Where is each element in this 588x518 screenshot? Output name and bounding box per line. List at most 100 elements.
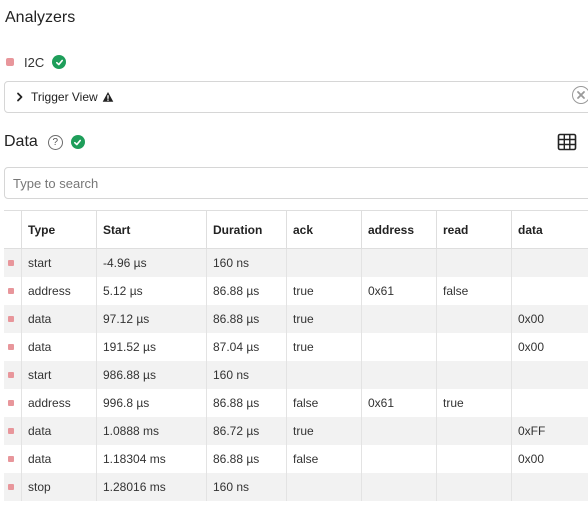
cell-data: 0xFF [518,424,546,438]
cell-read: true [437,389,512,417]
cell-type: data [22,417,97,445]
cell-duration: 160 ns [207,473,287,501]
row-color-swatch [8,344,14,350]
column-header-read[interactable]: read [437,211,512,248]
cell-start: 191.52 µs [97,333,207,361]
cell-duration: 86.88 µs [207,389,287,417]
table-header-row: Type Start Duration ack address read dat… [4,211,588,249]
cell-data: 0x00 [518,312,545,326]
cell-read [437,473,512,501]
row-marker [4,445,22,473]
cell-read [437,445,512,473]
cell-start: 986.88 µs [97,361,207,389]
cell-address [362,333,437,361]
table-row[interactable]: data 191.52 µs 87.04 µs true 0x00 [4,333,588,361]
cell-duration: 160 ns [207,249,287,277]
check-circle-icon [52,55,67,69]
page-title: Analyzers [5,9,76,26]
table-row[interactable]: start 986.88 µs 160 ns [4,361,588,389]
cell-duration: 86.88 µs [207,277,287,305]
cell-address [362,445,437,473]
cell-start: 1.0888 ms [97,417,207,445]
cell-duration: 87.04 µs [207,333,287,361]
cell-start: 1.28016 ms [97,473,207,501]
table-row[interactable]: start -4.96 µs 160 ns [4,249,588,277]
data-section-header: Data ? [4,132,85,152]
cell-start: 996.8 µs [97,389,207,417]
cell-type: address [22,277,97,305]
table-body: start -4.96 µs 160 ns address 5.12 µs 86.88 µ… [4,249,588,501]
table-row[interactable]: data 1.18304 ms 86.88 µs false 0x00 [4,445,588,473]
cell-read [437,417,512,445]
table-row[interactable]: address 5.12 µs 86.88 µs true 0x61 false [4,277,588,305]
cell-ack: false [287,389,362,417]
row-marker [4,361,22,389]
cell-duration: 86.88 µs [207,305,287,333]
warning-icon [102,91,114,103]
cell-ack: true [287,417,362,445]
row-color-swatch [8,400,14,406]
analyzer-item-i2c[interactable]: I2C [6,52,67,72]
row-color-swatch [8,288,14,294]
cell-ack [287,361,362,389]
cell-ack: true [287,305,362,333]
cell-data [512,389,588,417]
column-header-start[interactable]: Start [97,211,207,248]
check-circle-icon [70,135,85,149]
data-section-title: Data [4,133,38,150]
table-row[interactable]: data 97.12 µs 86.88 µs true 0x00 [4,305,588,333]
help-icon[interactable]: ? [47,134,63,150]
column-header-duration[interactable]: Duration [207,211,287,248]
cell-read [437,249,512,277]
cell-address [362,473,437,501]
cell-duration: 160 ns [207,361,287,389]
cell-type: data [22,333,97,361]
table-grid-icon[interactable] [557,133,577,151]
row-marker [4,305,22,333]
close-icon[interactable] [572,86,588,104]
column-header-type[interactable]: Type [22,211,97,248]
cell-ack [287,473,362,501]
row-color-swatch [8,316,14,322]
cell-data [512,361,588,389]
row-marker [4,417,22,445]
analyzer-color-swatch [6,58,14,66]
cell-type: stop [22,473,97,501]
table-row[interactable]: data 1.0888 ms 86.72 µs true 0xFF [4,417,588,445]
chevron-right-icon[interactable] [15,92,25,102]
column-header-ack[interactable]: ack [287,211,362,248]
cell-start: 1.18304 ms [97,445,207,473]
row-color-swatch [8,456,14,462]
row-marker [4,473,22,501]
analyzer-name: I2C [24,54,45,70]
row-marker [4,333,22,361]
column-header-address[interactable]: address [362,211,437,248]
cell-start: 5.12 µs [97,277,207,305]
cell-data [512,473,588,501]
cell-address [362,417,437,445]
data-table: Type Start Duration ack address read dat… [4,210,588,501]
cell-data: 0x00 [518,452,545,466]
cell-address [362,249,437,277]
cell-type: data [22,305,97,333]
cell-data: 0x00 [518,340,545,354]
cell-ack: true [287,277,362,305]
cell-read [437,333,512,361]
cell-ack: false [287,445,362,473]
cell-address [362,361,437,389]
cell-address: 0x61 [362,389,437,417]
table-row[interactable]: stop 1.28016 ms 160 ns [4,473,588,501]
row-color-swatch [8,372,14,378]
cell-read [437,361,512,389]
cell-duration: 86.72 µs [207,417,287,445]
column-header-data[interactable]: data [512,211,588,248]
table-row[interactable]: address 996.8 µs 86.88 µs false 0x61 true [4,389,588,417]
cell-read [437,305,512,333]
trigger-view-panel[interactable]: Trigger View [4,81,588,113]
cell-start: 97.12 µs [97,305,207,333]
cell-duration: 86.88 µs [207,445,287,473]
cell-type: data [22,445,97,473]
search-input[interactable] [4,167,588,199]
cell-read: false [437,277,512,305]
cell-ack [287,249,362,277]
